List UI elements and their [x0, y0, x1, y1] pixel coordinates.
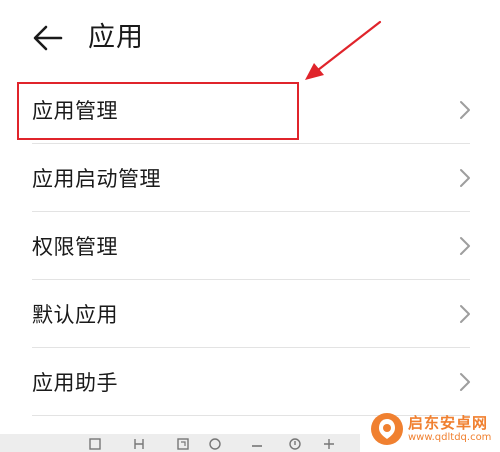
watermark-url: www.qdltdq.com — [408, 431, 492, 443]
toolbar-icon-2[interactable] — [132, 437, 146, 451]
list-item-app-launch-management[interactable]: 应用启动管理 — [0, 144, 500, 212]
back-button[interactable] — [26, 18, 70, 58]
list-item-permission-management[interactable]: 权限管理 — [0, 212, 500, 280]
watermark: 启东安卓网 www.qdltdq.com — [370, 406, 500, 452]
list-item-label: 应用管理 — [32, 99, 118, 123]
toolbar-icon-4[interactable] — [208, 437, 222, 451]
arrow-left-icon — [33, 25, 63, 51]
list-item-label: 应用启动管理 — [32, 167, 161, 191]
toolbar-icon-3[interactable] — [176, 437, 190, 451]
page-title: 应用 — [88, 22, 144, 53]
toolbar-icon-1[interactable] — [88, 437, 102, 451]
watermark-name: 启东安卓网 — [408, 414, 489, 433]
chevron-right-icon — [460, 169, 470, 187]
list-item-label: 默认应用 — [32, 303, 118, 327]
list-item-label: 应用助手 — [32, 371, 118, 395]
toolbar-icon-6[interactable] — [288, 437, 302, 451]
toolbar-icon-5[interactable] — [250, 437, 264, 451]
watermark-text: 启东安卓网 www.qdltdq.com — [408, 415, 491, 443]
chevron-right-icon — [460, 101, 470, 119]
list-item-label: 权限管理 — [32, 235, 118, 259]
header: 应用 — [0, 0, 500, 76]
bottom-toolbar — [0, 434, 360, 452]
settings-screen: 应用 应用管理 应用启动管理 权限管理 默认应用 应用助手 启东安卓网 www.… — [0, 0, 500, 452]
chevron-right-icon — [460, 237, 470, 255]
chevron-right-icon — [460, 305, 470, 323]
settings-list: 应用管理 应用启动管理 权限管理 默认应用 应用助手 — [0, 76, 500, 416]
watermark-logo-icon — [371, 413, 403, 445]
chevron-right-icon — [460, 373, 470, 391]
list-item-app-management[interactable]: 应用管理 — [0, 76, 500, 144]
list-item-default-apps[interactable]: 默认应用 — [0, 280, 500, 348]
toolbar-icon-7[interactable] — [322, 437, 336, 451]
